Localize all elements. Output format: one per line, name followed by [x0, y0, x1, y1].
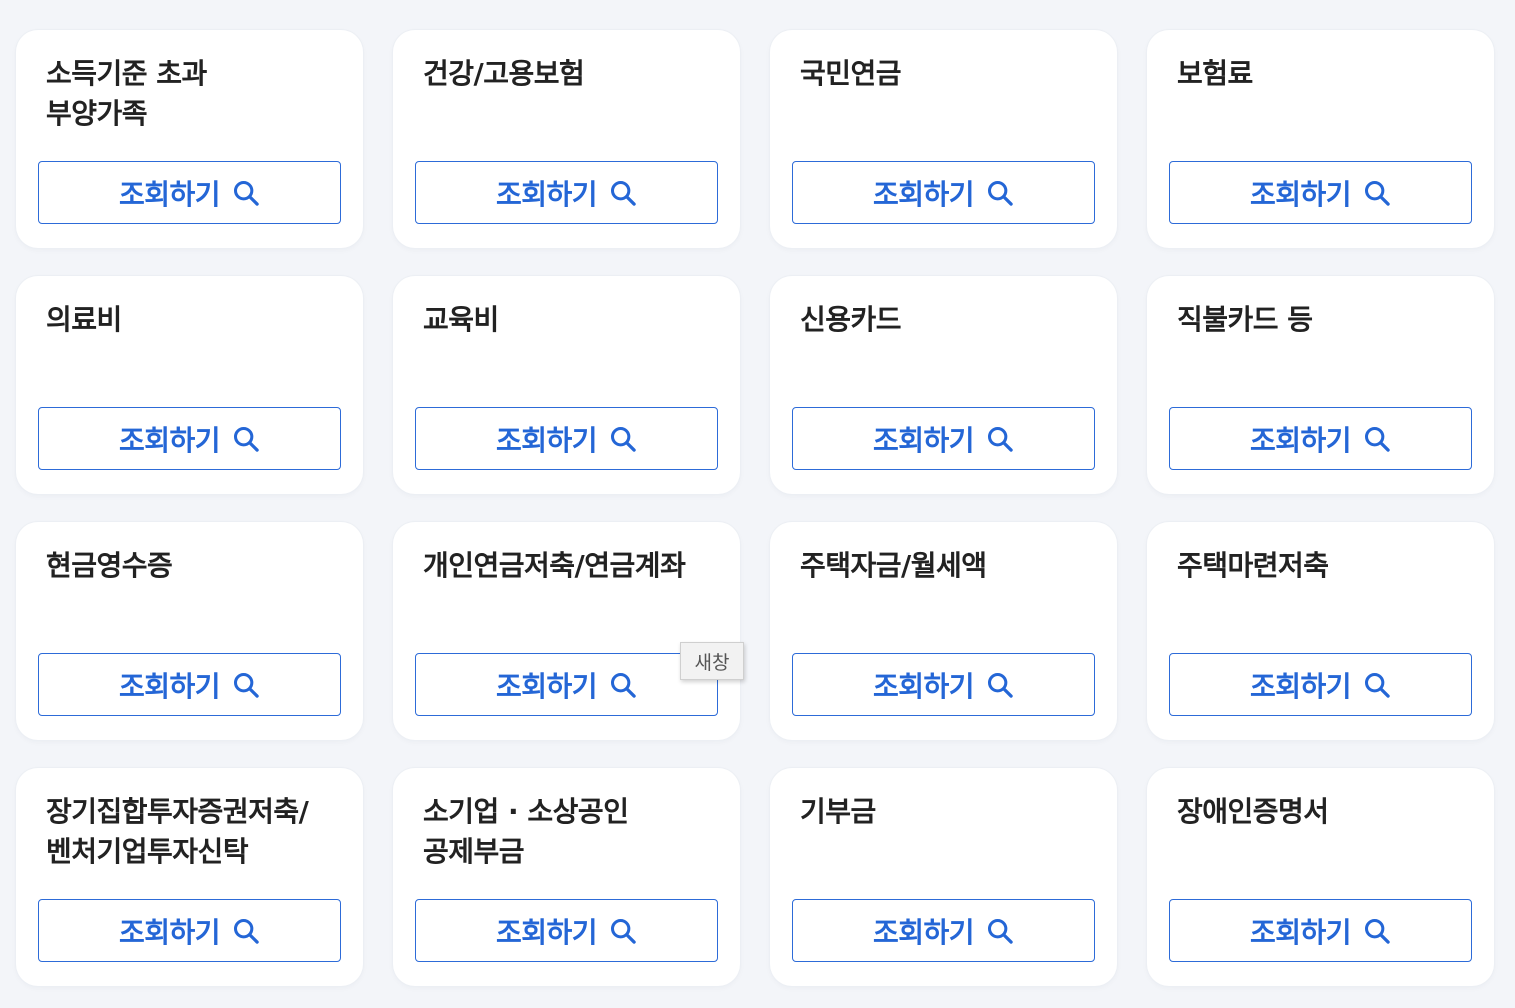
inquiry-button[interactable]: 조회하기 [415, 407, 718, 470]
card-donations: 기부금 조회하기 [770, 768, 1117, 986]
card-pension-savings: 개인연금저축/연금계좌 조회하기 [393, 522, 740, 740]
card-title: 장애인증명서 [1177, 795, 1329, 828]
card-title: 국민연금 [800, 57, 902, 90]
search-icon [233, 426, 259, 452]
card-disability-certificate: 장애인증명서 조회하기 [1147, 768, 1494, 986]
inquiry-button[interactable]: 조회하기 [792, 899, 1095, 962]
card-title: 교육비 [423, 303, 499, 336]
button-label: 조회하기 [1249, 669, 1352, 703]
card-long-term-investment: 장기집합투자증권저축/ 벤처기업투자신탁 조회하기 [16, 768, 363, 986]
button-label: 조회하기 [118, 669, 221, 703]
card-credit-card: 신용카드 조회하기 [770, 276, 1117, 494]
search-icon [233, 180, 259, 206]
card-national-pension: 국민연금 조회하기 [770, 30, 1117, 248]
inquiry-button[interactable]: 조회하기 [1169, 653, 1472, 716]
card-small-business-mutual-aid: 소기업 · 소상공인 공제부금 조회하기 [393, 768, 740, 986]
search-icon [1364, 672, 1390, 698]
inquiry-button[interactable]: 조회하기 [1169, 161, 1472, 224]
button-label: 조회하기 [495, 669, 598, 703]
button-label: 조회하기 [495, 915, 598, 949]
inquiry-button[interactable]: 조회하기 [38, 407, 341, 470]
card-title: 주택자금/월세액 [800, 549, 987, 582]
inquiry-button[interactable]: 조회하기 [792, 653, 1095, 716]
button-label: 조회하기 [1249, 177, 1352, 211]
card-title: 보험료 [1177, 57, 1253, 90]
search-icon [987, 180, 1013, 206]
card-title: 장기집합투자증권저축/ 벤처기업투자신탁 [46, 795, 309, 868]
button-label: 조회하기 [1249, 423, 1352, 457]
card-housing-savings: 주택마련저축 조회하기 [1147, 522, 1494, 740]
inquiry-button[interactable]: 조회하기 [415, 161, 718, 224]
inquiry-button[interactable]: 조회하기 [38, 899, 341, 962]
button-label: 조회하기 [495, 423, 598, 457]
card-title: 개인연금저축/연금계좌 [423, 549, 686, 582]
search-icon [1364, 426, 1390, 452]
button-label: 조회하기 [118, 423, 221, 457]
card-title: 신용카드 [800, 303, 902, 336]
inquiry-button[interactable]: 조회하기 [38, 653, 341, 716]
button-label: 조회하기 [872, 669, 975, 703]
search-icon [233, 918, 259, 944]
button-label: 조회하기 [872, 423, 975, 457]
search-icon [233, 672, 259, 698]
inquiry-button[interactable]: 조회하기 [792, 407, 1095, 470]
inquiry-button[interactable]: 조회하기 [38, 161, 341, 224]
inquiry-button[interactable]: 조회하기 [1169, 899, 1472, 962]
card-title: 소기업 · 소상공인 공제부금 [423, 795, 629, 868]
card-title: 건강/고용보험 [423, 57, 585, 90]
inquiry-button[interactable]: 조회하기 [1169, 407, 1472, 470]
card-cash-receipt: 현금영수증 조회하기 [16, 522, 363, 740]
inquiry-button[interactable]: 조회하기 [792, 161, 1095, 224]
search-icon [610, 918, 636, 944]
card-medical-expenses: 의료비 조회하기 [16, 276, 363, 494]
search-icon [610, 180, 636, 206]
button-label: 조회하기 [872, 915, 975, 949]
card-housing-fund-rent: 주택자금/월세액 조회하기 [770, 522, 1117, 740]
card-title: 소득기준 초과 부양가족 [46, 57, 207, 130]
button-label: 조회하기 [118, 177, 221, 211]
card-title: 주택마련저축 [1177, 549, 1329, 582]
inquiry-button[interactable]: 조회하기 [415, 653, 718, 716]
search-icon [610, 672, 636, 698]
inquiry-button[interactable]: 조회하기 [415, 899, 718, 962]
button-label: 조회하기 [495, 177, 598, 211]
card-dependents-over-income: 소득기준 초과 부양가족 조회하기 [16, 30, 363, 248]
button-label: 조회하기 [872, 177, 975, 211]
search-icon [1364, 180, 1390, 206]
new-window-tooltip: 새창 [680, 642, 744, 680]
card-title: 현금영수증 [46, 549, 173, 582]
search-icon [987, 426, 1013, 452]
search-icon [987, 918, 1013, 944]
button-label: 조회하기 [118, 915, 221, 949]
search-icon [1364, 918, 1390, 944]
card-education-expenses: 교육비 조회하기 [393, 276, 740, 494]
card-title: 기부금 [800, 795, 876, 828]
button-label: 조회하기 [1249, 915, 1352, 949]
card-grid: 소득기준 초과 부양가족 조회하기 건강/고용보험 조회하기 국민연금 조회하기… [16, 30, 1494, 986]
card-title: 의료비 [46, 303, 122, 336]
search-icon [987, 672, 1013, 698]
card-debit-card: 직불카드 등 조회하기 [1147, 276, 1494, 494]
card-title: 직불카드 등 [1177, 303, 1313, 336]
search-icon [610, 426, 636, 452]
card-insurance-premium: 보험료 조회하기 [1147, 30, 1494, 248]
card-health-employment-insurance: 건강/고용보험 조회하기 [393, 30, 740, 248]
